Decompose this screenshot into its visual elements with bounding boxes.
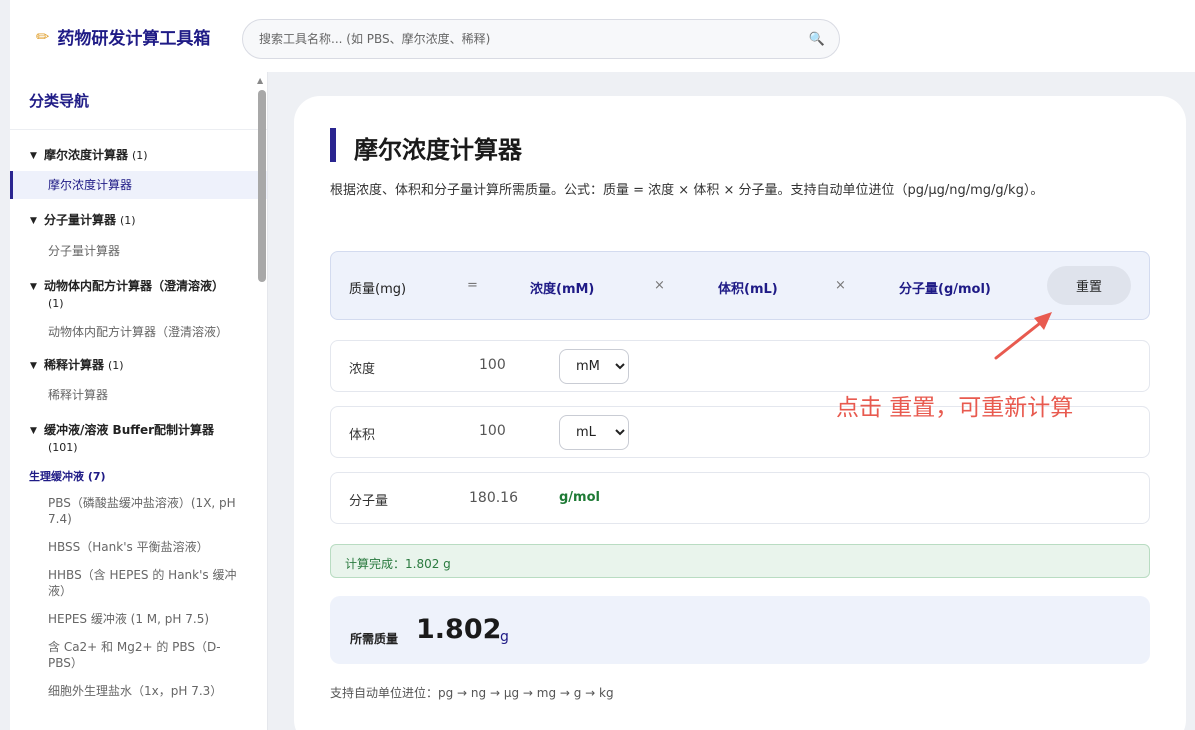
result-label: 所需质量 [350, 632, 399, 646]
formula-equals: = [467, 278, 478, 293]
result-unit: g [500, 629, 509, 645]
sidebar-subcategory-physio[interactable]: 生理缓冲液 (7) [10, 468, 267, 484]
result-panel: 所需质量 1.802 g [330, 596, 1150, 664]
triangle-down-icon: ▼ [30, 151, 37, 161]
category-count: (101) [48, 441, 78, 454]
sidebar-category-buffer[interactable]: ▼ 缓冲液/溶液 Buffer配制计算器 (101) [10, 422, 267, 456]
mw-row: 分子量 180.16 g/mol [330, 472, 1150, 524]
sidebar-item-hbss[interactable]: HBSS（Hank's 平衡盐溶液） [10, 539, 267, 555]
sidebar-scrollbar[interactable]: ▲ [257, 76, 267, 730]
category-label: 动物体内配方计算器（澄清溶液） [44, 279, 225, 293]
triangle-down-icon: ▼ [30, 216, 37, 226]
sidebar-item-hhbs[interactable]: HHBS（含 HEPES 的 Hank's 缓冲液） [10, 567, 267, 599]
category-label: 分子量计算器 [44, 213, 117, 227]
result-value: 1.802 [416, 614, 502, 645]
concentration-unit-select[interactable]: mM [559, 349, 629, 384]
sidebar-item-dpbs[interactable]: 含 Ca2+ 和 Mg2+ 的 PBS（D-PBS） [10, 639, 267, 671]
top-header: ✏ 药物研发计算工具箱 🔍 [10, 0, 1195, 72]
search-box: 🔍 [242, 19, 840, 59]
sidebar-item-in-vivo[interactable]: 动物体内配方计算器（澄清溶液） [10, 324, 267, 340]
pencil-icon: ✏ [36, 26, 50, 46]
formula-times: × [654, 278, 665, 293]
calculator-description: 根据浓度、体积和分子量计算所需质量。公式：质量 = 浓度 × 体积 × 分子量。… [330, 183, 1044, 198]
annotation-text: 点击 重置，可重新计算 [836, 395, 1074, 421]
volume-label: 体积 [349, 428, 376, 443]
category-label: 缓冲液/溶液 Buffer配制计算器 [44, 423, 215, 437]
search-icon[interactable]: 🔍 [809, 32, 825, 47]
page-title: 摩尔浓度计算器 [354, 136, 522, 164]
sidebar-item-pbs[interactable]: PBS（磷酸盐缓冲盐溶液）(1X, pH 7.4) [10, 495, 267, 527]
formula-times: × [835, 278, 846, 293]
mw-input[interactable]: 180.16 [469, 490, 518, 506]
category-count: (1) [48, 297, 64, 310]
sidebar-category-dilution[interactable]: ▼ 稀释计算器 (1) [10, 357, 267, 375]
formula-mass: 质量(mg) [349, 282, 407, 297]
sidebar-category-in-vivo[interactable]: ▼ 动物体内配方计算器（澄清溶液） (1) [10, 278, 267, 312]
triangle-down-icon: ▼ [30, 361, 37, 371]
triangle-down-icon: ▼ [30, 426, 37, 436]
formula-volume: 体积(mL) [718, 282, 778, 297]
triangle-down-icon: ▼ [30, 282, 37, 292]
sidebar-item-hepes[interactable]: HEPES 缓冲液 (1 M, pH 7.5) [10, 611, 267, 627]
sidebar-category-mw[interactable]: ▼ 分子量计算器 (1) [10, 212, 267, 230]
category-count: (1) [120, 214, 136, 227]
title-accent-bar [330, 128, 336, 162]
category-count: (1) [132, 149, 148, 162]
app-logo[interactable]: ✏ 药物研发计算工具箱 [36, 24, 241, 49]
formula-concentration: 浓度(mM) [530, 282, 595, 297]
app-title: 药物研发计算工具箱 [57, 28, 211, 49]
volume-input[interactable]: 100 [479, 423, 506, 439]
unit-note: 支持自动单位进位：pg → ng → μg → mg → g → kg [330, 686, 614, 700]
sidebar-category-molarity[interactable]: ▼ 摩尔浓度计算器 (1) [10, 147, 267, 165]
concentration-input[interactable]: 100 [479, 357, 506, 373]
mw-label: 分子量 [349, 494, 389, 509]
sidebar: 分类导航 ▼ 摩尔浓度计算器 (1) 摩尔浓度计算器 ▼ 分子量计算器 (1) 分子… [10, 72, 268, 730]
search-input[interactable] [259, 32, 809, 46]
annotation-arrow-icon [994, 312, 1052, 360]
volume-unit-select[interactable]: mL [559, 415, 629, 450]
scrollbar-thumb[interactable] [258, 90, 266, 282]
status-message: 计算完成：1.802 g [330, 544, 1150, 578]
concentration-label: 浓度 [349, 362, 376, 377]
mw-unit: g/mol [559, 490, 600, 505]
reset-button[interactable]: 重置 [1047, 266, 1131, 305]
category-label: 稀释计算器 [44, 358, 105, 372]
sidebar-item-mw[interactable]: 分子量计算器 [10, 243, 267, 259]
sidebar-item-dilution[interactable]: 稀释计算器 [10, 387, 267, 403]
formula-mw: 分子量(g/mol) [899, 282, 991, 297]
category-label: 摩尔浓度计算器 [44, 148, 129, 162]
sidebar-item-molarity[interactable]: 摩尔浓度计算器 [10, 171, 267, 199]
sidebar-title: 分类导航 [10, 72, 267, 130]
scroll-up-icon[interactable]: ▲ [257, 76, 263, 85]
sidebar-item-saline[interactable]: 细胞外生理盐水（1x，pH 7.3） [10, 683, 267, 699]
category-count: (1) [108, 359, 124, 372]
